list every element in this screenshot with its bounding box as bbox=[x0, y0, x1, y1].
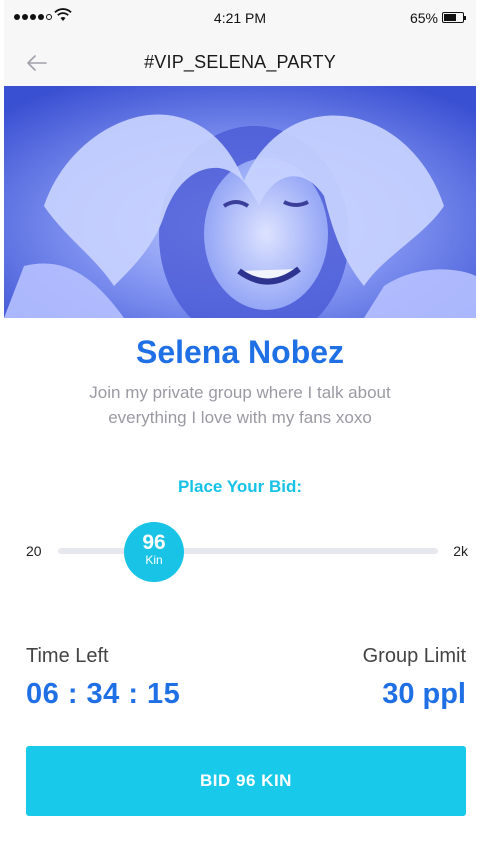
phone-screen: 4:21 PM 65% #VIP_SELENA_PARTY Selena Nob… bbox=[4, 0, 476, 848]
time-left-label: Time Left bbox=[26, 645, 109, 667]
profile-name: Selena Nobez bbox=[135, 334, 345, 370]
status-bar: 4:21 PM 65% bbox=[4, 0, 476, 40]
battery-percent: 65% bbox=[409, 10, 438, 26]
bid-unit: Kin bbox=[145, 553, 163, 567]
heart-hands-photo bbox=[4, 86, 476, 318]
status-time: 4:21 PM bbox=[213, 10, 267, 26]
slider-min-label: 20 bbox=[26, 543, 42, 559]
time-left-value: 06 : 34 : 15 bbox=[26, 678, 181, 710]
bid-slider-track[interactable] bbox=[58, 548, 438, 554]
bid-value: 96 bbox=[142, 531, 166, 554]
slider-max-label: 2k bbox=[453, 543, 468, 559]
bid-button[interactable]: BID 96 KIN bbox=[26, 746, 466, 816]
group-limit-label: Group Limit bbox=[362, 645, 466, 667]
profile-bio: Join my private group where I talk about… bbox=[89, 383, 391, 427]
group-limit-value: 30 ppl bbox=[382, 678, 466, 710]
page-title: #VIP_SELENA_PARTY bbox=[144, 52, 336, 72]
navigation-bar: #VIP_SELENA_PARTY bbox=[4, 40, 476, 86]
bid-slider-thumb[interactable]: 96 Kin bbox=[124, 522, 184, 582]
bid-label: Place Your Bid: bbox=[177, 477, 303, 496]
battery-icon bbox=[442, 12, 466, 23]
hero-image bbox=[4, 86, 476, 318]
